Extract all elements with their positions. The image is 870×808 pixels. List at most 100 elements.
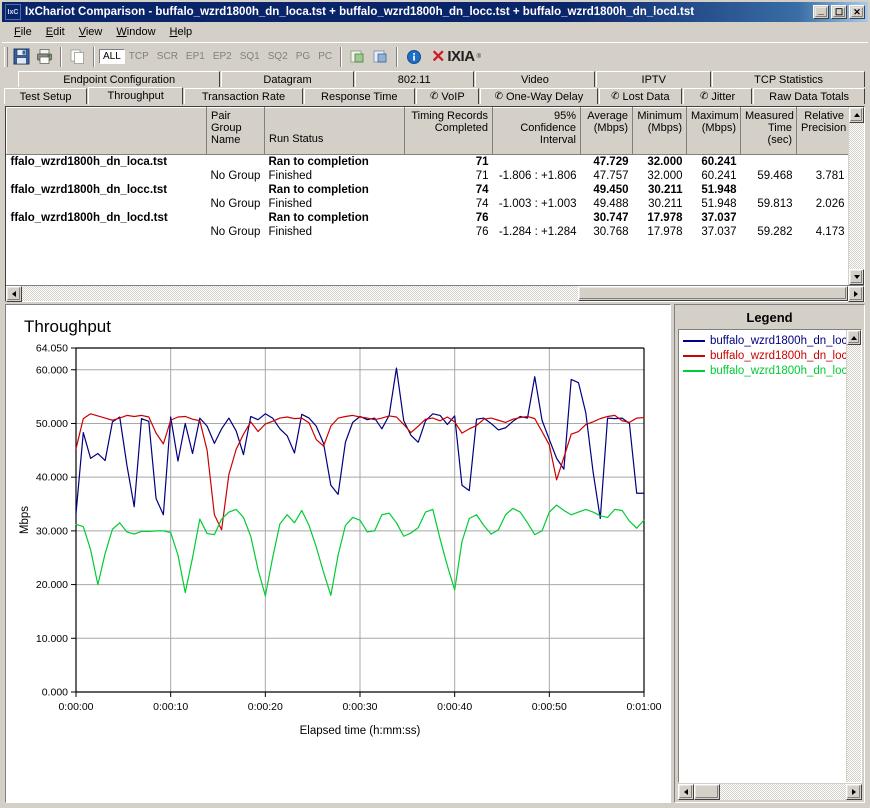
table-row[interactable]: ffalo_wzrd1800h_dn_loca.tst Ran to compl…	[7, 155, 849, 170]
cell-confidence: -1.806 : +1.806	[498, 170, 577, 182]
tab-datagram[interactable]: Datagram	[221, 71, 354, 87]
toolbar-grip[interactable]	[4, 46, 8, 67]
menu-item-edit[interactable]: Edit	[39, 24, 72, 40]
scroll-left-button[interactable]	[6, 286, 22, 302]
table-row[interactable]: No Group Finished 71 -1.806 : +1.806 47.…	[7, 169, 849, 183]
tab-voip[interactable]: ✆ VoIP	[415, 88, 480, 104]
legend-horizontal-scrollbar[interactable]	[678, 784, 862, 800]
toolbar-separator-4	[396, 46, 399, 67]
scroll-down-button[interactable]	[849, 269, 864, 285]
cell-timing-records: 74	[475, 184, 489, 196]
y-axis-tick-label: 50.000	[36, 418, 68, 430]
list-item[interactable]: buffalo_wzrd1800h_dn_locd.	[683, 363, 846, 378]
throughput-chart-panel[interactable]: Throughput 0.000 10.000 20.000 30.000 40.000…	[5, 304, 671, 803]
column-header-maximum[interactable]: Maximum (Mbps)	[686, 107, 741, 155]
filter-button-scr[interactable]: SCR	[153, 49, 182, 64]
filter-button-ep2[interactable]: EP2	[209, 49, 236, 64]
tab-test-setup[interactable]: Test Setup	[4, 88, 88, 104]
column-header-average[interactable]: Average (Mbps)	[580, 107, 633, 155]
column-header-test-name[interactable]	[6, 107, 207, 155]
tab-video[interactable]: Video	[474, 71, 596, 87]
table-vertical-scrollbar[interactable]	[848, 107, 864, 285]
tab-response-time[interactable]: Response Time	[303, 88, 415, 104]
table-horizontal-scrollbar[interactable]	[6, 285, 864, 302]
legend-scroll-thumb[interactable]	[694, 784, 720, 800]
column-header-relative-precision[interactable]: Relative Precision	[796, 107, 848, 155]
menu-item-window[interactable]: Window	[109, 24, 162, 40]
table-row[interactable]: No Group Finished 74 -1.003 : +1.003 49.…	[7, 197, 849, 211]
scroll-right-button[interactable]	[848, 286, 864, 302]
tab-strip: Endpoint Configuration Datagram 802.11 V…	[2, 70, 868, 105]
scroll-up-button[interactable]	[849, 107, 864, 123]
cell-confidence	[493, 211, 581, 225]
tab-one-way-delay[interactable]: ✆ One-Way Delay	[480, 88, 598, 104]
legend-scroll-track[interactable]	[847, 345, 861, 782]
legend-title: Legend	[675, 305, 864, 329]
export-icon[interactable]	[346, 46, 369, 68]
cell-test-name	[7, 225, 207, 239]
cell-confidence: -1.003 : +1.003	[498, 198, 577, 210]
menu-item-view[interactable]: View	[72, 24, 110, 40]
save-icon[interactable]	[10, 46, 33, 68]
results-table-viewport[interactable]: Pair Group Name Run Status Timing Record…	[6, 107, 848, 285]
filter-button-all[interactable]: ALL	[99, 49, 125, 64]
tab-802-11[interactable]: 802.11	[354, 71, 474, 87]
y-axis-tick-label: 20.000	[36, 579, 68, 591]
maximize-button[interactable]: ☐	[831, 5, 847, 19]
column-header-confidence-interval[interactable]: 95% Confidence Interval	[492, 107, 581, 155]
cell-maximum: 37.037	[701, 212, 737, 224]
filter-button-pg[interactable]: PG	[292, 49, 314, 64]
tab-iptv[interactable]: IPTV	[596, 71, 712, 87]
menu-item-file[interactable]: File	[7, 24, 39, 40]
column-header-run-status[interactable]: Run Status	[264, 107, 405, 155]
legend-item-label: buffalo_wzrd1800h_dn_locd.	[710, 364, 846, 377]
table-row[interactable]: No Group Finished 76 -1.284 : +1.284 30.…	[7, 225, 849, 239]
filter-button-sq2[interactable]: SQ2	[264, 49, 292, 64]
tab-jitter[interactable]: ✆ Jitter	[682, 88, 753, 104]
tab-endpoint-configuration[interactable]: Endpoint Configuration	[18, 71, 221, 87]
cell-maximum: 51.948	[701, 184, 737, 196]
info-icon[interactable]	[402, 46, 425, 68]
copy-icon[interactable]	[66, 46, 89, 68]
scroll-track[interactable]	[849, 123, 864, 269]
column-header-minimum[interactable]: Minimum (Mbps)	[632, 107, 687, 155]
cell-test-name	[7, 197, 207, 211]
scroll-track-left[interactable]	[22, 286, 578, 301]
filter-button-tcp[interactable]: TCP	[125, 49, 153, 64]
column-header-measured-time[interactable]: Measured Time (sec)	[740, 107, 797, 155]
cell-relative-precision	[797, 211, 849, 225]
filter-button-ep1[interactable]: EP1	[182, 49, 209, 64]
table-row[interactable]: ffalo_wzrd1800h_dn_locc.tst Ran to compl…	[7, 183, 849, 197]
scroll-thumb[interactable]	[578, 286, 848, 301]
list-item[interactable]: buffalo_wzrd1800h_dn_loca.	[683, 333, 846, 348]
close-button[interactable]: ✕	[849, 5, 865, 19]
column-header-pair-group-name[interactable]: Pair Group Name	[206, 107, 265, 155]
legend-scroll-up-button[interactable]	[847, 330, 861, 345]
tab-throughput[interactable]: Throughput	[88, 87, 184, 105]
table-row[interactable]: ffalo_wzrd1800h_dn_locd.tst Ran to compl…	[7, 211, 849, 225]
y-axis-tick-label: 40.000	[36, 472, 68, 484]
tab-transaction-rate[interactable]: Transaction Rate	[184, 88, 303, 104]
menu-item-help[interactable]: Help	[163, 24, 200, 40]
tab-lost-data[interactable]: ✆ Lost Data	[598, 88, 682, 104]
tab-raw-data-totals[interactable]: Raw Data Totals	[753, 88, 866, 104]
filter-button-sq1[interactable]: SQ1	[236, 49, 264, 64]
x-axis-tick-label: 0:00:50	[532, 701, 567, 713]
import-icon[interactable]	[369, 46, 392, 68]
toolbar-separator-3	[340, 46, 343, 67]
toolbar: ALL TCP SCR EP1 EP2 SQ1 SQ2 PG PC ✕ IXIA…	[2, 42, 868, 70]
column-header-timing-records-completed[interactable]: Timing Records Completed	[404, 107, 493, 155]
legend-scroll-track-right[interactable]	[720, 784, 846, 800]
tab-row-secondary: Test Setup Throughput Transaction Rate R…	[4, 87, 866, 105]
print-icon[interactable]	[33, 46, 56, 68]
tab-label: Response Time	[321, 90, 398, 103]
legend-scroll-right-button[interactable]	[846, 784, 862, 800]
minimize-button[interactable]: _	[813, 5, 829, 19]
cell-maximum: 51.948	[701, 198, 737, 210]
legend-vertical-scrollbar[interactable]	[846, 330, 861, 782]
list-item[interactable]: buffalo_wzrd1800h_dn_locc.	[683, 348, 846, 363]
filter-button-pc[interactable]: PC	[314, 49, 336, 64]
tab-tcp-statistics[interactable]: TCP Statistics	[712, 71, 866, 87]
cell-run-status: Ran to completion	[268, 184, 369, 196]
legend-scroll-left-button[interactable]	[678, 784, 694, 800]
